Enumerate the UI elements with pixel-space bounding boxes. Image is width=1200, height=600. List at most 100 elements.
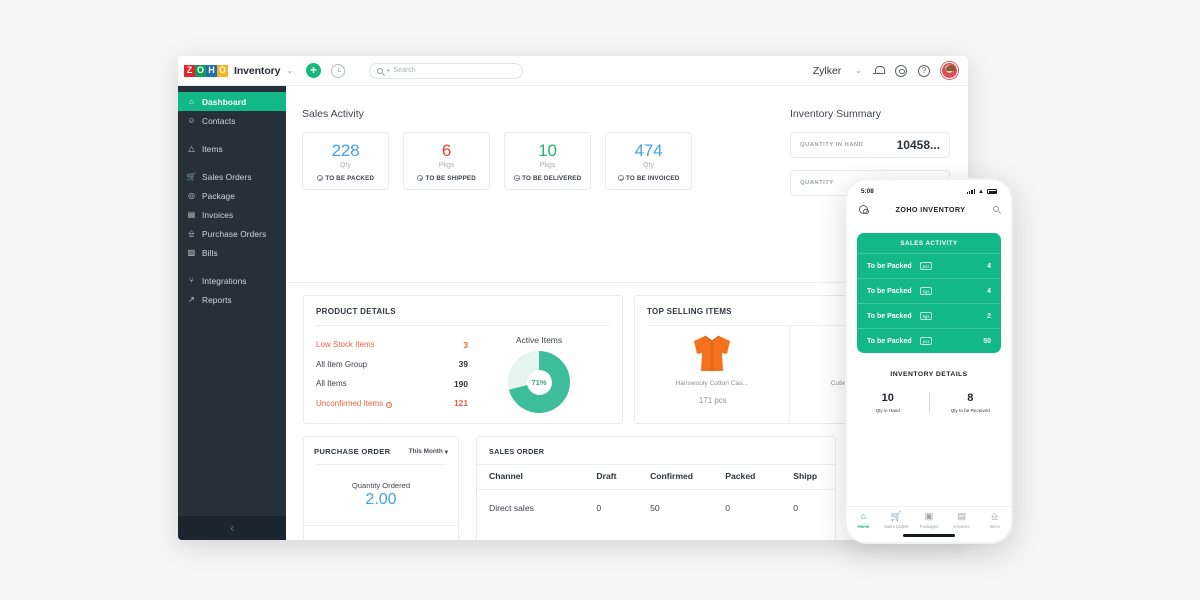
phone-nav-invoices[interactable]: ▤ Invoices bbox=[947, 512, 977, 529]
gear-icon[interactable] bbox=[859, 205, 868, 214]
sidebar-item-integrations[interactable]: ⑂ Integrations bbox=[178, 271, 286, 290]
phone-inventory-details-title: INVENTORY DETAILS bbox=[847, 371, 1011, 378]
card-unit: Pkgs bbox=[439, 162, 455, 169]
phone-sales-row-1[interactable]: To be Packed pcs 4 bbox=[857, 253, 1001, 278]
chart-title: Active Items bbox=[516, 335, 562, 345]
bell-icon[interactable] bbox=[873, 65, 884, 76]
logo-letter-o1: O bbox=[195, 65, 206, 77]
package-icon: ▣ bbox=[925, 512, 934, 521]
phone-status-bar: 5:08 ▲ bbox=[847, 180, 1011, 198]
sidebar-item-label: Sales Orders bbox=[202, 172, 252, 182]
chevron-down-icon[interactable]: ⌄ bbox=[286, 66, 293, 75]
product-row-all-item-group[interactable]: All Item Group 39 bbox=[316, 355, 468, 375]
phone-sales-row-3[interactable]: To be Packed kgs 2 bbox=[857, 303, 1001, 328]
nav-label: Sales Orders bbox=[884, 524, 908, 529]
row-label-wrap: Unconfirmed Itemsi bbox=[316, 399, 392, 408]
card-label-wrap: TO BE SHIPPED bbox=[417, 175, 476, 182]
sales-activity-card-to-be-delivered[interactable]: 10 Pkgs TO BE DELIVERED bbox=[504, 132, 591, 190]
sidebar-spacer bbox=[178, 158, 286, 167]
column-header-channel[interactable]: Channel bbox=[477, 465, 584, 490]
phone-sales-row-4[interactable]: To be Packed pcs 50 bbox=[857, 328, 1001, 353]
inventory-summary-title: Inventory Summary bbox=[790, 108, 950, 120]
add-new-button[interactable]: + bbox=[306, 63, 321, 78]
sales-activity-card-to-be-invoiced[interactable]: 474 Qty TO BE INVOICED bbox=[605, 132, 692, 190]
cell-value: 8 bbox=[967, 392, 973, 404]
active-items-chart: Active Items 71% bbox=[468, 335, 610, 413]
quantity-ordered-value: 2.00 bbox=[365, 491, 396, 509]
sidebar-item-purchase-orders[interactable]: ⎒ Purchase Orders bbox=[178, 224, 286, 243]
sidebar-item-dashboard[interactable]: ⌂ Dashboard bbox=[178, 92, 286, 111]
gear-icon[interactable] bbox=[895, 65, 907, 77]
avatar[interactable] bbox=[941, 62, 958, 79]
table-head: Channel Draft Confirmed Packed Shipp bbox=[477, 465, 835, 490]
column-header-confirmed[interactable]: Confirmed bbox=[638, 465, 713, 490]
sidebar-item-sales-orders[interactable]: 🛒 Sales Orders bbox=[178, 167, 286, 186]
sidebar-item-reports[interactable]: ↗ Reports bbox=[178, 290, 286, 309]
card-label: TO BE SHIPPED bbox=[426, 175, 476, 182]
user-icon: ☺ bbox=[187, 116, 196, 125]
product-row-unconfirmed-items[interactable]: Unconfirmed Itemsi 121 bbox=[316, 394, 468, 414]
phone-home-indicator bbox=[903, 534, 955, 537]
wifi-icon: ▲ bbox=[978, 189, 984, 195]
zoho-logo-icon: Z O H O bbox=[184, 65, 228, 77]
cart-icon: 🛒 bbox=[891, 512, 902, 521]
row-label: To be Packed bbox=[867, 263, 912, 270]
card-unit: Qty bbox=[340, 162, 351, 169]
org-chevron-down-icon[interactable]: ⌄ bbox=[855, 66, 862, 75]
column-header-packed[interactable]: Packed bbox=[713, 465, 781, 490]
search-icon[interactable] bbox=[993, 206, 999, 212]
top-selling-item-1[interactable]: Hanswooly Cotton Cas... 171pcs bbox=[635, 326, 789, 421]
table-row[interactable]: Direct sales 0 50 0 0 bbox=[477, 490, 835, 514]
purchase-order-filter[interactable]: This Month ▾ bbox=[409, 448, 448, 456]
recent-history-icon[interactable] bbox=[331, 64, 345, 78]
row-unit-badge: kgs bbox=[920, 287, 933, 295]
help-icon[interactable]: ? bbox=[918, 65, 930, 77]
item-name: Hanswooly Cotton Cas... bbox=[675, 380, 748, 387]
sidebar-item-label: Items bbox=[202, 144, 223, 154]
inventory-summary-row-quantity-in-hand[interactable]: QUANTITY IN HAND 10458... bbox=[790, 132, 950, 158]
sidebar: ⌂ Dashboard ☺ Contacts △ Items 🛒 Sales O… bbox=[178, 86, 286, 540]
home-icon: ⌂ bbox=[861, 512, 866, 521]
phone-sales-row-2[interactable]: To be Packed kgs 4 bbox=[857, 278, 1001, 303]
sidebar-item-contacts[interactable]: ☺ Contacts bbox=[178, 111, 286, 130]
search-input[interactable]: ▾ Search bbox=[369, 63, 523, 79]
sidebar-item-label: Reports bbox=[202, 295, 232, 305]
brand-logo[interactable]: Z O H O Inventory ⌄ bbox=[178, 56, 286, 86]
sidebar-item-label: Invoices bbox=[202, 210, 233, 220]
row-unit-badge: kgs bbox=[920, 312, 933, 320]
sales-activity-card-to-be-shipped[interactable]: 6 Pkgs TO BE SHIPPED bbox=[403, 132, 490, 190]
card-unit: Pkgs bbox=[540, 162, 556, 169]
cell-channel: Direct sales bbox=[477, 490, 584, 514]
product-row-all-items[interactable]: All Items 190 bbox=[316, 374, 468, 394]
card-label: TO BE INVOICED bbox=[626, 175, 679, 182]
phone-nav-sales-orders[interactable]: 🛒 Sales Orders bbox=[881, 512, 911, 529]
phone-nav-home[interactable]: ⌂ Home bbox=[848, 512, 878, 529]
card-value: 6 bbox=[442, 141, 451, 161]
sales-order-table: Channel Draft Confirmed Packed Shipp Dir… bbox=[477, 464, 835, 513]
product-row-low-stock-items[interactable]: Low Stock Items 3 bbox=[316, 335, 468, 355]
search-icon bbox=[377, 68, 383, 74]
column-header-shipped[interactable]: Shipp bbox=[781, 465, 835, 490]
card-label-wrap: TO BE INVOICED bbox=[618, 175, 680, 182]
org-name[interactable]: Zylker bbox=[813, 65, 842, 77]
quantity-ordered-label: Quantity Ordered bbox=[352, 481, 410, 490]
sales-order-panel: SALES ORDER Channel Draft Confirmed Pack… bbox=[476, 436, 836, 540]
sales-activity-card-to-be-packed[interactable]: 228 Qty TO BE PACKED bbox=[302, 132, 389, 190]
column-header-draft[interactable]: Draft bbox=[584, 465, 638, 490]
sidebar-collapse-button[interactable]: ‹ bbox=[178, 516, 286, 540]
phone-nav-packages[interactable]: ▣ Packages bbox=[914, 512, 944, 529]
info-icon[interactable]: i bbox=[386, 402, 392, 408]
item-qty: 171 bbox=[699, 396, 712, 405]
search-filter-caret-icon[interactable]: ▾ bbox=[387, 68, 390, 74]
sidebar-item-invoices[interactable]: ▤ Invoices bbox=[178, 205, 286, 224]
sales-activity-cards: 228 Qty TO BE PACKED 6 Pkgs TO BE SHIPPE… bbox=[302, 132, 692, 190]
product-name: Inventory bbox=[234, 65, 280, 77]
sidebar-item-package[interactable]: ◎ Package bbox=[178, 186, 286, 205]
donut-center-label: 71% bbox=[527, 370, 552, 395]
sidebar-item-label: Dashboard bbox=[202, 97, 246, 107]
phone-nav-items[interactable]: ⎒ Items bbox=[980, 512, 1010, 529]
sidebar-item-items[interactable]: △ Items bbox=[178, 139, 286, 158]
sidebar-item-bills[interactable]: ▧ Bills bbox=[178, 243, 286, 262]
battery-icon bbox=[987, 189, 997, 194]
cell-value: 10 bbox=[882, 392, 894, 404]
